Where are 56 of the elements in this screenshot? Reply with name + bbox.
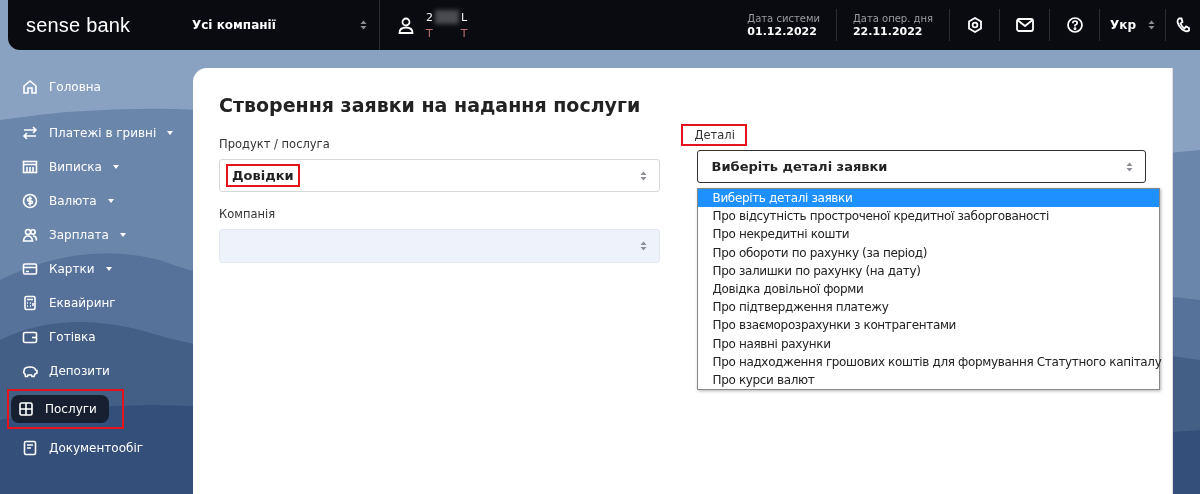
sidebar-item[interactable]: Документообіг	[10, 434, 150, 461]
field-label: Деталі	[682, 126, 745, 144]
dropdown-option[interactable]: Про залишки по рахунку (на дату)	[697, 261, 1159, 280]
sidebar-item[interactable]: Депозити	[10, 357, 116, 384]
dropdown-option[interactable]: Про некредитні кошти	[697, 225, 1159, 244]
sidebar-item[interactable]: Платежі в гривні	[10, 119, 180, 146]
field-label: Продукт / послуга	[219, 137, 330, 151]
sort-icon	[639, 241, 647, 251]
grid-icon	[18, 401, 34, 417]
dropdown-option[interactable]: Довідка довільної форми	[697, 279, 1159, 299]
date-value: 01.12.2022	[747, 24, 818, 38]
currency-icon	[22, 192, 38, 209]
date-value: 22.11.2022	[852, 24, 924, 38]
card-icon	[22, 260, 38, 277]
sidebar-item[interactable]: Картки	[10, 255, 118, 282]
sidebar-item[interactable]: Зарплата	[10, 221, 132, 248]
sort-icon	[639, 170, 647, 181]
user-company: T	[460, 27, 468, 40]
dropdown-option[interactable]: Про обороти по рахунку (за період)	[697, 243, 1159, 262]
home-icon	[22, 78, 38, 95]
sidebar-item[interactable]: Виписка	[10, 153, 125, 180]
date-label: Дата опер. дня	[852, 12, 933, 24]
sort-icon	[1126, 161, 1133, 172]
user-name: 2	[426, 10, 433, 24]
date-label: Дата системи	[747, 12, 820, 24]
calculator-icon	[22, 294, 38, 311]
product-select[interactable]: Довідки	[219, 159, 660, 192]
mail-icon	[1015, 18, 1034, 32]
user-name: L	[461, 10, 468, 24]
people-icon	[22, 226, 38, 243]
sidebar-item[interactable]: Послуги	[11, 395, 109, 423]
dropdown-option[interactable]: Про взаєморозрахунки з контрагентами	[697, 316, 1159, 335]
page-title: Створення заявки на надання послуги	[219, 94, 642, 116]
language-select[interactable]: Укр	[1100, 9, 1166, 41]
sidebar-item[interactable]: Готівка	[10, 323, 102, 350]
statement-icon	[22, 158, 38, 175]
redaction-blur	[435, 10, 459, 24]
sidebar-item[interactable]: Валюта	[10, 187, 120, 214]
transfer-icon	[22, 124, 38, 141]
dropdown-option[interactable]: Про наявні рахунки	[697, 334, 1159, 353]
field-label: Компанія	[219, 207, 276, 221]
sidebar-item[interactable]: Еквайринг	[10, 289, 122, 316]
dropdown-option[interactable]: Про курси валют	[697, 370, 1159, 390]
settings-icon	[966, 17, 983, 33]
sort-icon	[1148, 20, 1155, 30]
phone-icon	[1176, 17, 1190, 33]
user-company: T	[426, 27, 433, 40]
user-icon	[398, 16, 414, 34]
company-select[interactable]: Усі компанії	[182, 0, 380, 50]
help-icon	[1066, 17, 1083, 33]
sort-icon	[360, 20, 367, 30]
logo: sense bank	[26, 13, 132, 37]
document-icon	[22, 439, 38, 456]
dropdown-option[interactable]: Про відсутність простроченої кредитної заборгованості	[697, 207, 1159, 226]
dropdown-option[interactable]: Про підтвердження платежу	[697, 298, 1159, 317]
details-select[interactable]: Виберіть деталі заявки	[696, 150, 1146, 183]
